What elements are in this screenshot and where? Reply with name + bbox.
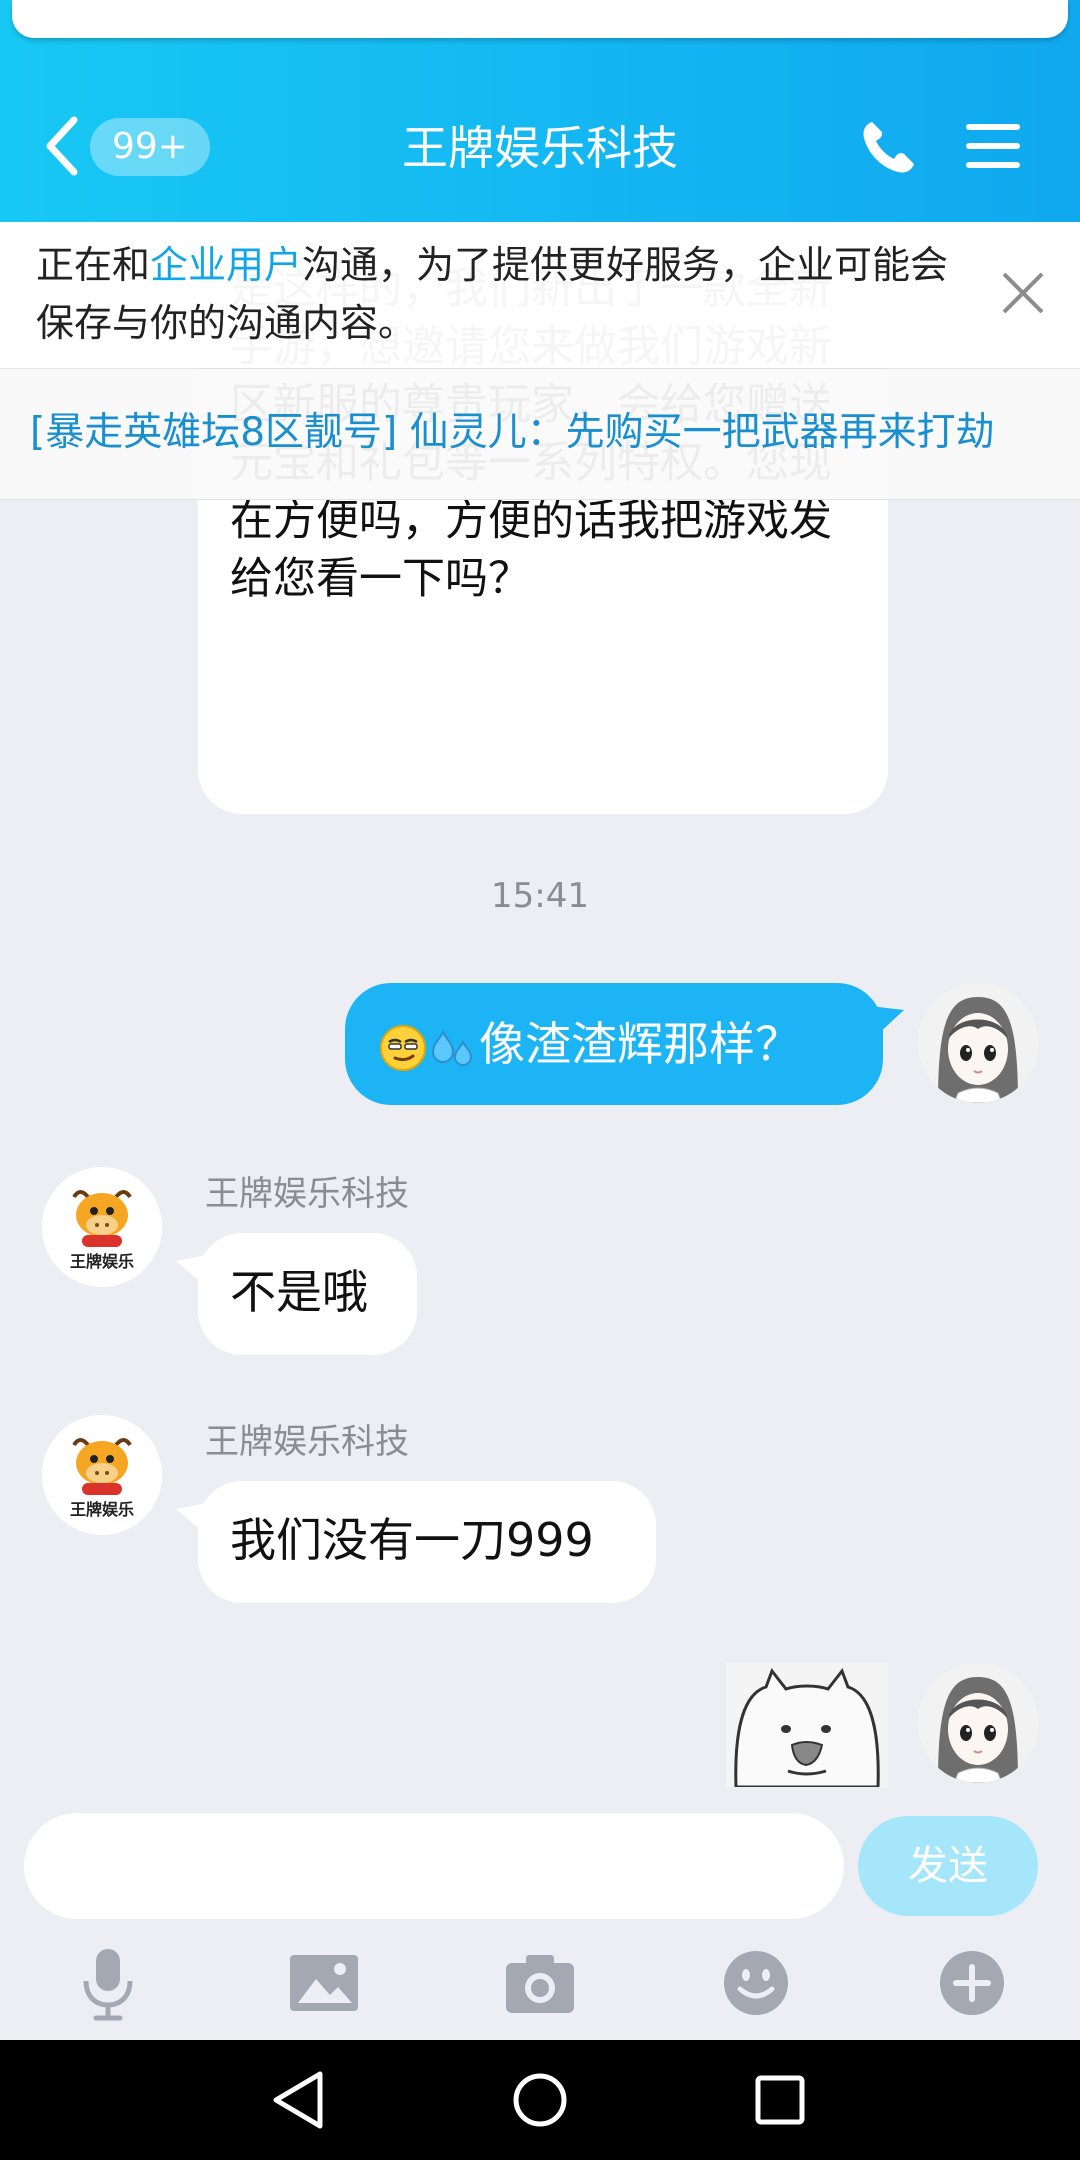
back-button[interactable] xyxy=(40,110,88,182)
microphone-icon xyxy=(83,1949,133,2021)
sender-name: 王牌娱乐科技 xyxy=(205,1174,409,1214)
triangle-back-icon xyxy=(273,2071,323,2129)
chevron-left-icon xyxy=(46,116,78,176)
anime-girl-avatar-icon xyxy=(918,983,1038,1103)
smirk-emoji-icon xyxy=(380,1024,426,1071)
anime-girl-avatar-icon xyxy=(918,1663,1038,1783)
incoming-message-text: 不是哦 xyxy=(230,1265,368,1319)
message-input-area: 发送 xyxy=(0,1787,1080,2040)
unread-badge: 99+ xyxy=(90,118,210,176)
menu-line xyxy=(966,162,1020,168)
incoming-message-text: 我们没有一刀999 xyxy=(230,1513,594,1567)
nav-recents-button[interactable] xyxy=(742,2062,818,2138)
system-nav-bar xyxy=(0,2040,1080,2160)
sender-avatar[interactable]: 王牌娱乐 xyxy=(42,1415,162,1535)
camera-button[interactable] xyxy=(500,1943,580,2023)
emoji-button[interactable] xyxy=(716,1943,796,2023)
smiley-icon xyxy=(724,1951,788,2015)
incoming-message-bubble[interactable]: 不是哦 xyxy=(198,1233,417,1355)
image-button[interactable] xyxy=(284,1943,364,2023)
chat-header: 99+ 王牌娱乐科技 xyxy=(0,0,1080,222)
message-timestamp: 15:41 xyxy=(491,876,589,916)
square-recents-icon xyxy=(755,2075,805,2125)
close-notice-button[interactable] xyxy=(996,266,1050,320)
notice-link-enterprise-user[interactable]: 企业用户 xyxy=(150,243,302,287)
cat-meme-sticker-icon xyxy=(726,1663,888,1787)
page-title: 王牌娱乐科技 xyxy=(402,121,678,175)
menu-line xyxy=(966,143,1020,149)
bull-logo-icon: 王牌娱乐 xyxy=(42,1167,162,1287)
image-icon xyxy=(290,1955,358,2011)
incoming-message-bubble[interactable]: 我们没有一刀999 xyxy=(198,1481,656,1603)
announcement-text: [暴走英雄坛8区靓号] 仙灵儿：先购买一把武器再来打劫 xyxy=(30,410,995,455)
menu-line xyxy=(966,124,1020,130)
notification-strip xyxy=(12,0,1068,38)
circle-home-icon xyxy=(513,2073,567,2127)
bubble-tail xyxy=(870,1006,904,1040)
notice-prefix: 正在和 xyxy=(36,243,151,287)
sender-name: 王牌娱乐科技 xyxy=(205,1422,409,1462)
message-input[interactable] xyxy=(24,1813,844,1919)
sticker-image[interactable] xyxy=(726,1663,888,1787)
more-button[interactable] xyxy=(932,1943,1012,2023)
notice-text: 正在和企业用户沟通，为了提供更好服务，企业可能会保存与你的沟通内容。 xyxy=(36,236,976,352)
nav-home-button[interactable] xyxy=(502,2062,578,2138)
avatar-logo-text: 王牌娱乐 xyxy=(70,1252,134,1271)
avatar-logo-text: 王牌娱乐 xyxy=(70,1500,134,1519)
sweat-droplets-icon xyxy=(431,1029,473,1066)
voice-button[interactable] xyxy=(68,1943,148,2023)
call-button[interactable] xyxy=(858,116,918,178)
privacy-notice-banner: 正在和企业用户沟通，为了提供更好服务，企业可能会保存与你的沟通内容。 xyxy=(0,222,1080,369)
outgoing-message-bubble[interactable]: 像渣渣辉那样？ xyxy=(345,983,883,1105)
my-avatar[interactable] xyxy=(918,983,1038,1103)
plus-icon xyxy=(940,1951,1004,2015)
send-button[interactable]: 发送 xyxy=(858,1816,1038,1916)
bull-logo-icon: 王牌娱乐 xyxy=(42,1415,162,1535)
outgoing-text: 像渣渣辉那样？ xyxy=(479,1017,801,1071)
my-avatar[interactable] xyxy=(918,1663,1038,1783)
sender-avatar[interactable]: 王牌娱乐 xyxy=(42,1167,162,1287)
phone-icon xyxy=(863,122,914,173)
group-announcement-banner[interactable]: [暴走英雄坛8区靓号] 仙灵儿：先购买一把武器再来打劫 xyxy=(0,369,1080,500)
nav-back-button[interactable] xyxy=(262,2062,338,2138)
outgoing-message-text: 像渣渣辉那样？ xyxy=(379,1013,879,1075)
menu-button[interactable] xyxy=(966,120,1026,172)
close-icon xyxy=(1002,272,1044,314)
camera-icon xyxy=(506,1955,574,2013)
